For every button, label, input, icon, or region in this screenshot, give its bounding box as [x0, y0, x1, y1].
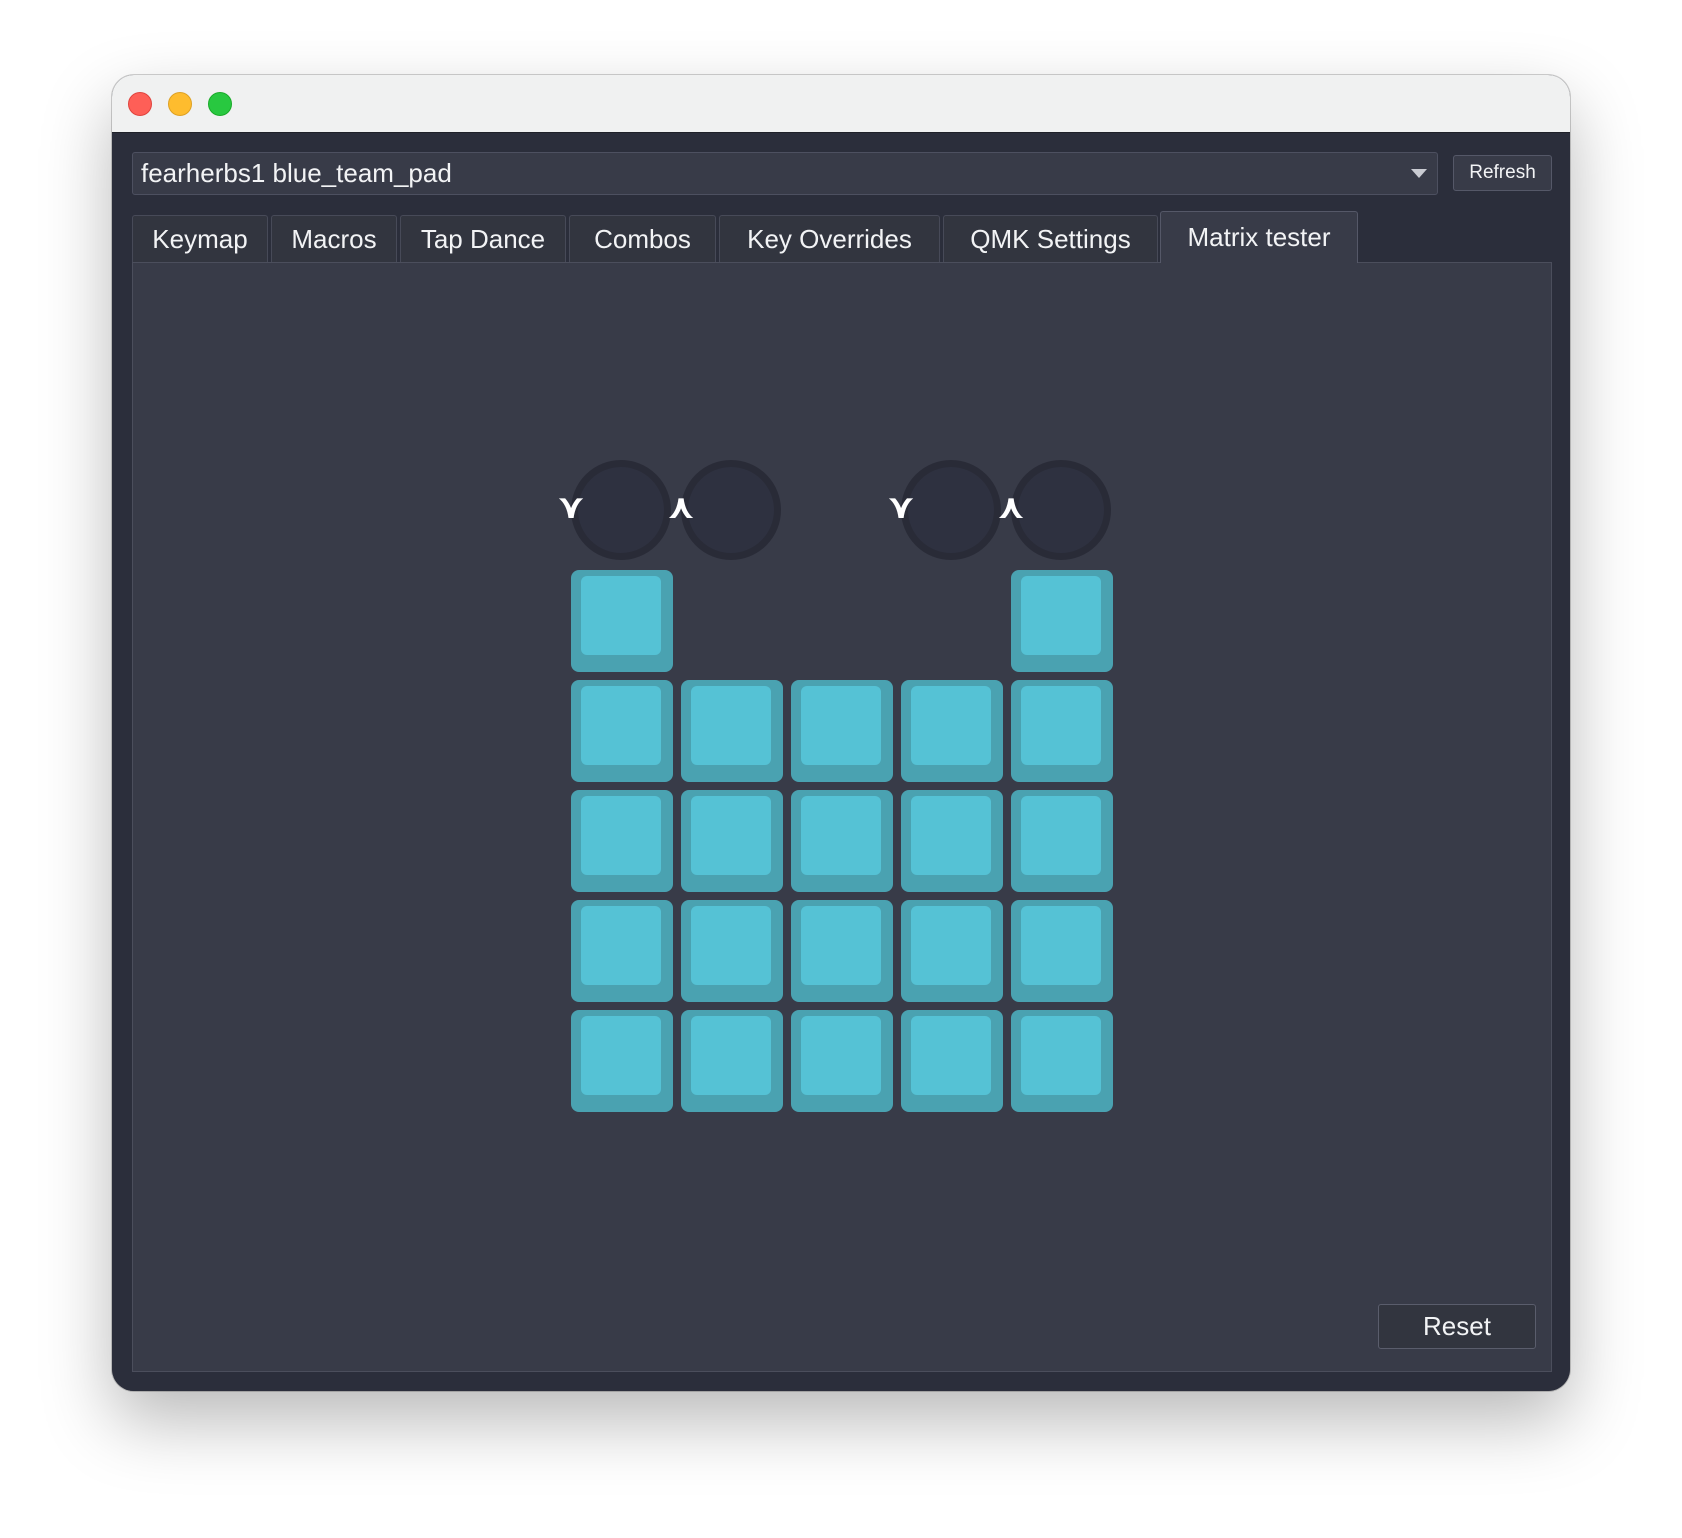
rotary-encoder [681, 460, 781, 560]
device-name: fearherbs1 blue_team_pad [141, 158, 452, 188]
keycap [691, 906, 771, 985]
matrix-key [571, 680, 673, 782]
matrix-key [1011, 900, 1113, 1002]
encoder-cw-arrow-icon: ⋏ [997, 487, 1025, 527]
matrix-key [681, 900, 783, 1002]
matrix-key [791, 900, 893, 1002]
keycap [691, 796, 771, 875]
keycap [581, 576, 661, 655]
zoom-window-button[interactable] [208, 92, 232, 116]
title-bar [112, 75, 1570, 133]
encoder-cw-arrow-icon: ⋏ [667, 487, 695, 527]
keycap [911, 1016, 991, 1095]
matrix-key [1011, 680, 1113, 782]
rotary-encoder [901, 460, 1001, 560]
keycap [801, 796, 881, 875]
keycap [1021, 576, 1101, 655]
minimize-window-button[interactable] [168, 92, 192, 116]
app-window: fearherbs1 blue_team_pad Refresh Keymap … [112, 75, 1570, 1391]
matrix-key [571, 790, 673, 892]
matrix-key [571, 1010, 673, 1112]
matrix-tester-panel: ⋎ ⋏ ⋎ ⋏ Reset [132, 262, 1552, 1372]
matrix-key [791, 1010, 893, 1112]
rotary-encoder [571, 460, 671, 560]
keycap [581, 1016, 661, 1095]
keycap [911, 906, 991, 985]
keycap [1021, 1016, 1101, 1095]
matrix-key [1011, 1010, 1113, 1112]
tab-key-overrides[interactable]: Key Overrides [719, 215, 940, 262]
tab-macros[interactable]: Macros [271, 215, 397, 262]
refresh-button[interactable]: Refresh [1453, 155, 1552, 191]
matrix-key [681, 680, 783, 782]
keyboard-layout: ⋎ ⋏ ⋎ ⋏ [133, 263, 1553, 1373]
chevron-down-icon [1411, 169, 1427, 178]
encoder-ccw-arrow-icon: ⋎ [887, 487, 915, 527]
keycap [581, 906, 661, 985]
keycap [801, 1016, 881, 1095]
keycap [581, 686, 661, 765]
keycap [911, 796, 991, 875]
tab-qmk-settings[interactable]: QMK Settings [943, 215, 1158, 262]
keycap [801, 906, 881, 985]
matrix-key [1011, 790, 1113, 892]
rotary-encoder [1011, 460, 1111, 560]
tab-matrix-tester[interactable]: Matrix tester [1160, 211, 1358, 263]
matrix-key [901, 900, 1003, 1002]
keycap [1021, 796, 1101, 875]
keycap [1021, 686, 1101, 765]
keycap [581, 796, 661, 875]
device-dropdown[interactable]: fearherbs1 blue_team_pad [132, 152, 1438, 195]
keycap [1021, 906, 1101, 985]
tab-combos[interactable]: Combos [569, 215, 716, 262]
close-window-button[interactable] [128, 92, 152, 116]
matrix-key [681, 790, 783, 892]
reset-button[interactable]: Reset [1378, 1304, 1536, 1349]
matrix-key [791, 680, 893, 782]
keycap [691, 686, 771, 765]
matrix-key [791, 790, 893, 892]
matrix-key [1011, 570, 1113, 672]
main-content: fearherbs1 blue_team_pad Refresh Keymap … [112, 133, 1570, 1391]
matrix-key [571, 900, 673, 1002]
keycap [911, 686, 991, 765]
keycap [801, 686, 881, 765]
matrix-key [901, 1010, 1003, 1112]
matrix-key [901, 790, 1003, 892]
matrix-key [681, 1010, 783, 1112]
keycap [691, 1016, 771, 1095]
tab-keymap[interactable]: Keymap [132, 215, 268, 262]
matrix-key [901, 680, 1003, 782]
encoder-ccw-arrow-icon: ⋎ [557, 487, 585, 527]
matrix-key [571, 570, 673, 672]
tab-tap-dance[interactable]: Tap Dance [400, 215, 566, 262]
